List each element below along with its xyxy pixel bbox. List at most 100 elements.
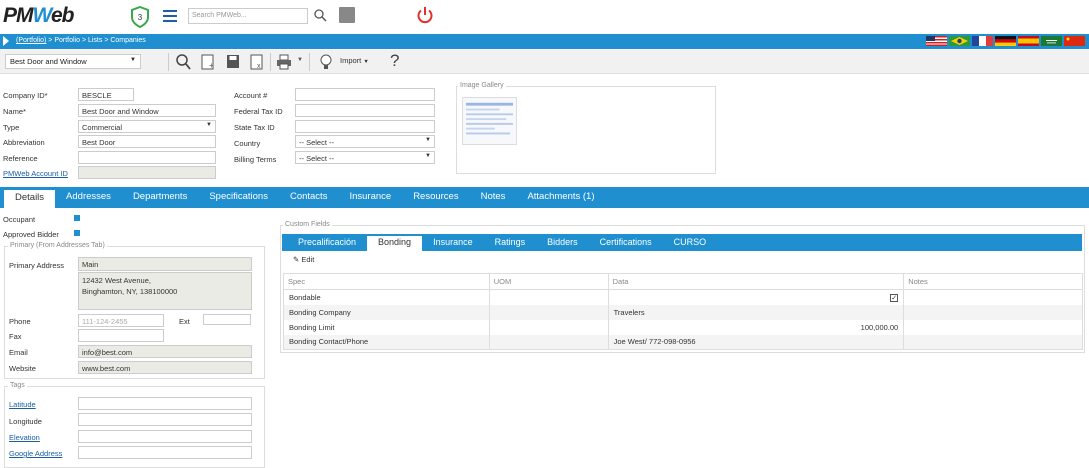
custom-fields-tabs: Precalificación Bonding Insurance Rating… (282, 234, 1082, 251)
account-field[interactable] (295, 88, 435, 101)
country-label: Country (234, 139, 261, 148)
google-address-label[interactable]: Google Address (9, 449, 62, 458)
language-flags (926, 36, 1085, 47)
occupant-checkbox[interactable] (74, 215, 80, 221)
elevation-field[interactable] (78, 430, 252, 443)
search-input[interactable]: Search PMWeb... (188, 8, 308, 24)
ext-field[interactable] (203, 314, 251, 325)
primary-address-type: Main (78, 257, 252, 271)
pmweb-account-label[interactable]: PMWeb Account ID (3, 169, 68, 178)
cf-tab-precalificacion[interactable]: Precalificación (287, 234, 367, 251)
print-dropdown-icon[interactable]: ▼ (297, 57, 303, 63)
print-icon[interactable] (275, 52, 293, 72)
elevation-label[interactable]: Elevation (9, 433, 40, 442)
bonding-grid: Spec UOM Data Notes Bondable ✓ Bonding C… (283, 273, 1083, 350)
website-label: Website (9, 364, 36, 373)
billing-terms-select[interactable]: -- Select -- ▼ (295, 151, 435, 164)
phone-label: Phone (9, 317, 31, 326)
import-button[interactable]: Import ▼ (340, 56, 369, 65)
tab-notes[interactable]: Notes (470, 187, 517, 208)
gallery-thumbnail[interactable] (462, 97, 517, 145)
edit-button[interactable]: ✎ Edit (293, 255, 314, 264)
hamburger-menu-icon[interactable] (163, 10, 177, 22)
email-field: info@best.com (78, 345, 252, 358)
cell-notes (903, 289, 1083, 305)
tab-specifications[interactable]: Specifications (198, 187, 279, 208)
federal-tax-label: Federal Tax ID (234, 107, 283, 116)
cf-tab-certifications[interactable]: Certifications (589, 234, 663, 251)
reference-field[interactable] (78, 151, 216, 164)
power-icon[interactable] (416, 6, 434, 24)
china-flag-icon[interactable] (1064, 36, 1085, 46)
latitude-label[interactable]: Latitude (9, 400, 36, 409)
reference-label: Reference (3, 154, 38, 163)
search-icon[interactable] (313, 8, 327, 22)
state-tax-field[interactable] (295, 120, 435, 133)
ext-label: Ext (179, 317, 190, 326)
cf-tab-curso[interactable]: CURSO (663, 234, 718, 251)
delete-document-icon[interactable]: x (248, 52, 266, 72)
cf-tab-ratings[interactable]: Ratings (484, 234, 537, 251)
cf-tab-bonding[interactable]: Bonding (367, 236, 423, 251)
longitude-field[interactable] (78, 413, 252, 426)
abbreviation-field[interactable]: Best Door (78, 135, 216, 148)
germany-flag-icon[interactable] (995, 36, 1016, 46)
shield-badge-icon[interactable]: 3 (130, 6, 150, 28)
column-header-spec[interactable]: Spec (283, 273, 490, 290)
tags-group-title: Tags (8, 382, 27, 389)
table-row[interactable]: Bondable ✓ (283, 289, 1083, 305)
help-icon[interactable]: ? (390, 51, 399, 71)
country-select[interactable]: -- Select -- ▼ (295, 135, 435, 148)
brazil-flag-icon[interactable] (949, 36, 970, 46)
record-select[interactable]: Best Door and Window ▼ (5, 54, 141, 69)
table-row[interactable]: Bonding Limit 100,000.00 (283, 319, 1083, 335)
tab-departments[interactable]: Departments (122, 187, 198, 208)
tab-details[interactable]: Details (4, 190, 56, 208)
cell-notes (903, 319, 1083, 335)
tab-addresses[interactable]: Addresses (55, 187, 122, 208)
latitude-field[interactable] (78, 397, 252, 410)
column-header-notes[interactable]: Notes (903, 273, 1083, 290)
company-id-field[interactable]: BESCLE (78, 88, 134, 101)
approved-bidder-label: Approved Bidder (3, 230, 59, 239)
cell-spec: Bonding Limit (283, 319, 490, 335)
image-gallery-label: Image Gallery (458, 82, 506, 89)
tab-attachments[interactable]: Attachments (1) (516, 187, 605, 208)
table-row[interactable]: Bonding Contact/Phone Joe West/ 772-098-… (283, 334, 1083, 350)
cell-uom (488, 334, 609, 350)
bondable-checkbox[interactable]: ✓ (890, 293, 899, 302)
toolbar-divider (309, 53, 310, 71)
tab-resources[interactable]: Resources (402, 187, 469, 208)
breadcrumb-arrow-icon (3, 36, 9, 46)
find-icon[interactable] (174, 52, 192, 72)
table-row[interactable]: Bonding Company Travelers (283, 304, 1083, 320)
svg-text:+: + (209, 61, 214, 70)
saudi-flag-icon[interactable] (1041, 36, 1062, 46)
approved-bidder-checkbox[interactable] (74, 230, 80, 236)
us-flag-icon[interactable] (926, 36, 947, 46)
tab-contacts[interactable]: Contacts (279, 187, 339, 208)
column-header-data[interactable]: Data (607, 273, 905, 290)
breadcrumb-root-link[interactable]: (Portfolio) (16, 37, 46, 44)
type-select[interactable]: Commercial ▼ (78, 120, 216, 133)
spain-flag-icon[interactable] (1018, 36, 1039, 46)
france-flag-icon[interactable] (972, 36, 993, 46)
tab-insurance[interactable]: Insurance (338, 187, 402, 208)
fax-label: Fax (9, 332, 22, 341)
column-header-uom[interactable]: UOM (488, 273, 609, 290)
name-field[interactable]: Best Door and Window (78, 104, 216, 117)
save-icon[interactable] (224, 52, 242, 72)
new-document-icon[interactable]: + (199, 52, 217, 72)
cf-tab-bidders[interactable]: Bidders (536, 234, 589, 251)
pmweb-logo[interactable]: PMWeb (3, 4, 74, 28)
longitude-label: Longitude (9, 417, 42, 426)
account-label: Account # (234, 91, 268, 100)
phone-field[interactable]: 111-124-2455 (78, 314, 164, 327)
federal-tax-field[interactable] (295, 104, 435, 117)
chevron-down-icon: ▼ (363, 59, 369, 65)
video-icon[interactable] (339, 7, 355, 23)
google-address-field[interactable] (78, 446, 252, 459)
fax-field[interactable] (78, 329, 164, 342)
lightbulb-icon[interactable] (317, 52, 335, 72)
cf-tab-insurance[interactable]: Insurance (422, 234, 484, 251)
